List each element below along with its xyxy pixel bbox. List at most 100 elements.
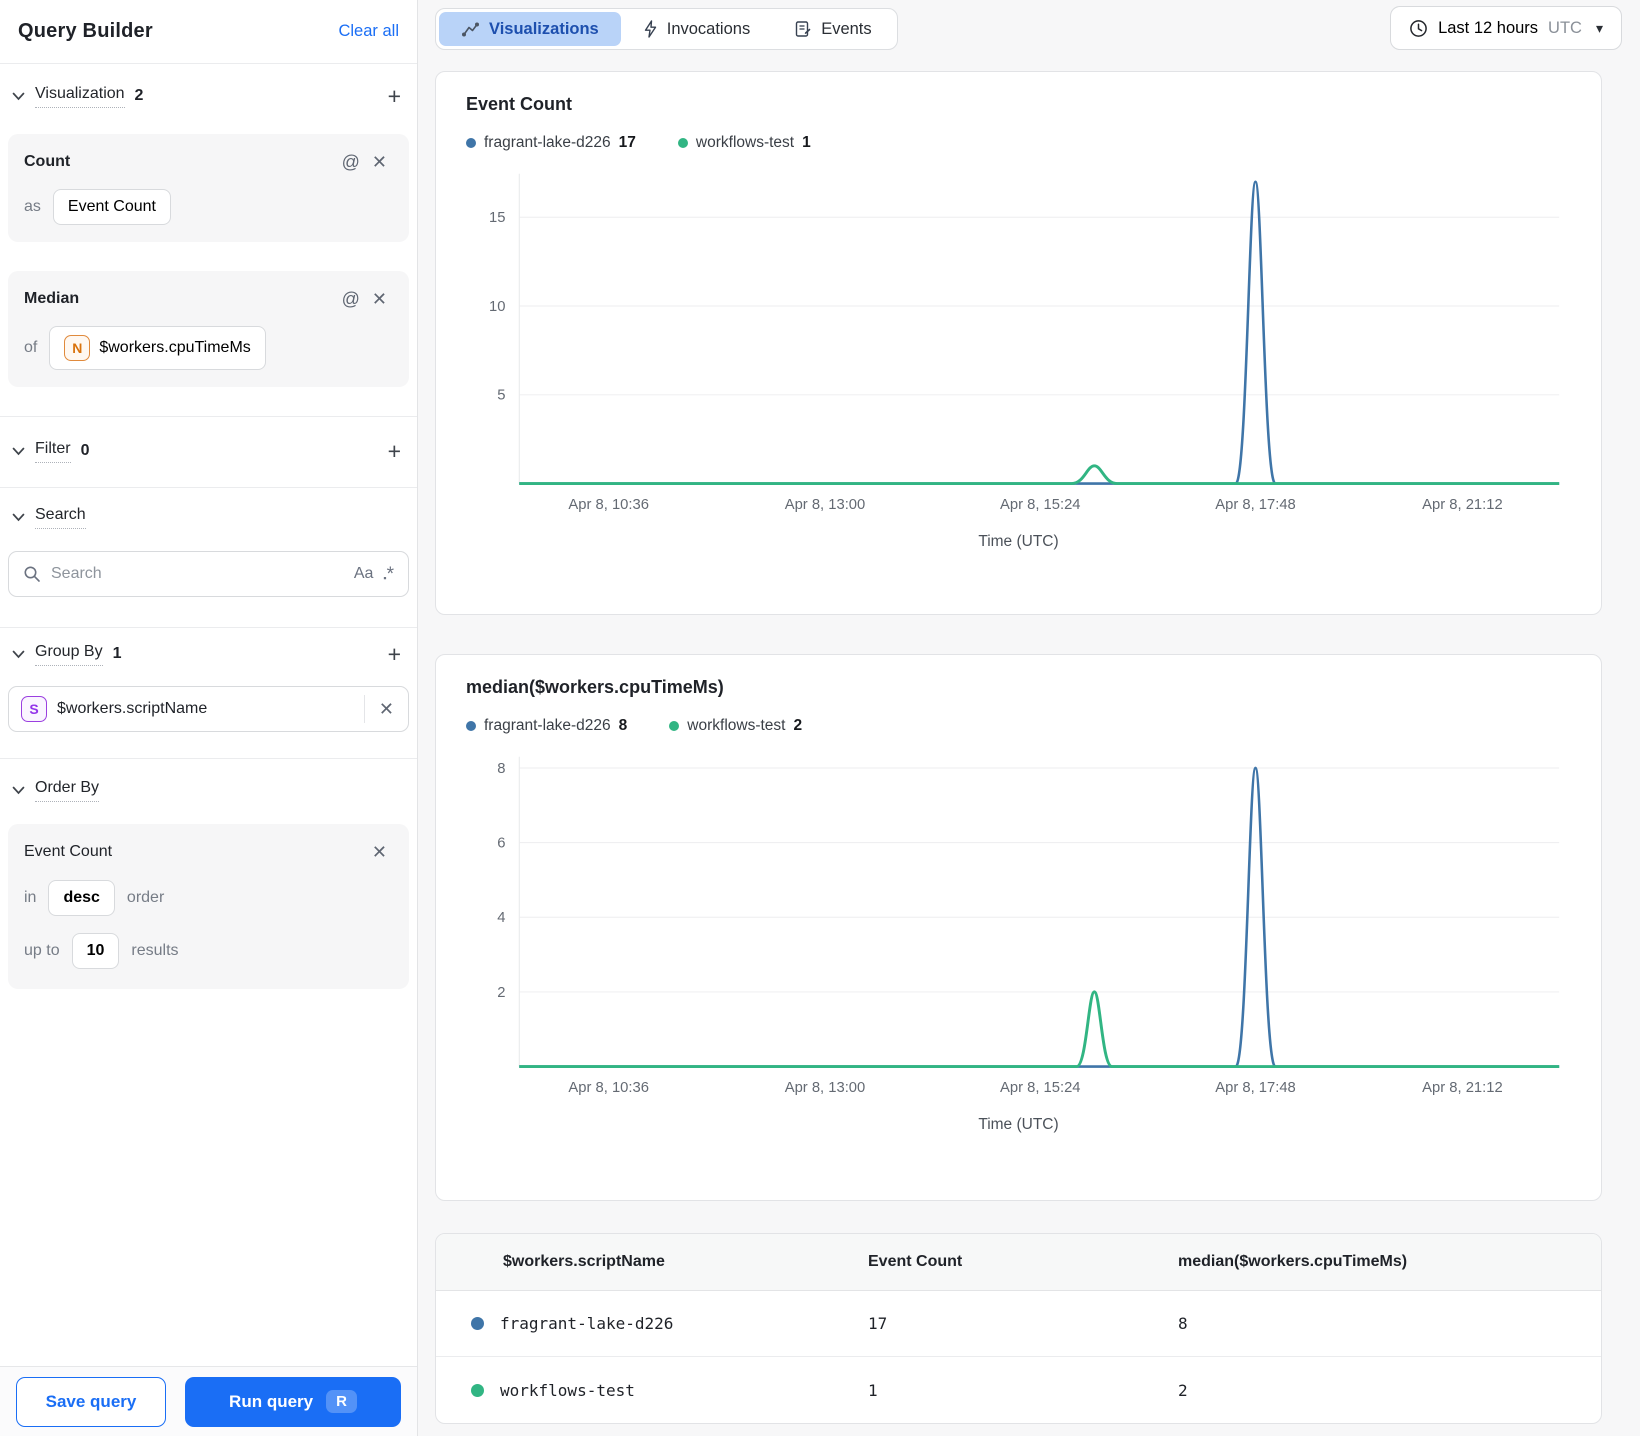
time-range-selector[interactable]: Last 12 hours UTC ▾ [1390, 6, 1622, 50]
add-group-by-button[interactable]: + [384, 642, 405, 666]
chevron-down-icon[interactable] [12, 513, 25, 522]
sidebar-footer: Save query Run query R [0, 1366, 417, 1436]
svg-text:4: 4 [497, 910, 505, 926]
workers-observability-page: Query Builder Clear all Visualization 2 … [0, 0, 1640, 1436]
svg-text:10: 10 [489, 299, 505, 315]
match-case-icon[interactable]: Aa [354, 565, 374, 583]
events-document-icon [796, 21, 811, 37]
group-by-section-label: Group By [35, 643, 103, 666]
search-input[interactable] [51, 565, 344, 583]
median-cputime-line-chart[interactable]: 2 4 6 8 Apr 8, 10:36 Apr 8, 13:00 Apr 8, 15:24… [466, 741, 1571, 1114]
chart-title: median($workers.cpuTimeMs) [466, 677, 724, 697]
filter-count: 0 [80, 442, 90, 459]
group-by-item[interactable]: S $workers.scriptName ✕ [8, 686, 409, 732]
mention-icon[interactable]: @ [336, 151, 366, 173]
series-dot [471, 1383, 484, 1397]
legend-item[interactable]: workflows-test 2 [669, 717, 802, 735]
view-tabs: Visualizations Invocations Events [435, 8, 898, 50]
column-header: Event Count [868, 1253, 963, 1270]
chart-legend: fragrant-lake-d226 17 workflows-test 1 [466, 134, 1571, 152]
event-count-value: 17 [868, 1314, 888, 1333]
order-by-section-label: Order By [35, 779, 100, 802]
chevron-down-icon[interactable] [12, 650, 25, 659]
up-to-label: up to [24, 942, 60, 959]
series-dot [466, 721, 476, 731]
visualization-section-label: Visualization [35, 85, 125, 108]
svg-text:6: 6 [497, 836, 505, 852]
table-row[interactable]: workflows-test 1 2 [436, 1357, 1601, 1423]
order-by-card: Event Count ✕ in desc order up to 10 res… [8, 824, 409, 989]
legend-item[interactable]: workflows-test 1 [677, 134, 811, 152]
svg-text:Apr 8, 17:48: Apr 8, 17:48 [1215, 1080, 1296, 1096]
search-icon [24, 566, 40, 582]
table-row[interactable]: fragrant-lake-d226 17 8 [436, 1291, 1601, 1357]
legend-item[interactable]: fragrant-lake-d226 8 [466, 717, 627, 735]
event-count-alias-chip[interactable]: Event Count [52, 189, 171, 225]
sort-direction-chip[interactable]: desc [48, 880, 115, 916]
tab-events[interactable]: Events [772, 12, 893, 46]
svg-text:15: 15 [489, 210, 505, 226]
in-label: in [24, 889, 37, 906]
column-header: $workers.scriptName [503, 1253, 665, 1270]
as-label: as [24, 198, 41, 215]
svg-text:Apr 8, 15:24: Apr 8, 15:24 [1000, 497, 1081, 513]
svg-text:2: 2 [497, 985, 505, 1001]
table-header-row: $workers.scriptName Event Count median($… [436, 1234, 1601, 1291]
order-label: order [126, 889, 165, 906]
regex-icon[interactable]: ▪ * [383, 565, 394, 584]
group-by-count: 1 [112, 645, 122, 662]
add-visualization-button[interactable]: + [384, 84, 405, 108]
close-icon[interactable]: ✕ [366, 841, 393, 863]
time-zone-label: UTC [1548, 18, 1582, 37]
x-axis-title: Time (UTC) [978, 1115, 1059, 1133]
caret-down-icon: ▾ [1595, 19, 1603, 36]
tab-visualizations[interactable]: Visualizations [439, 12, 621, 46]
time-range-label: Last 12 hours [1438, 18, 1539, 37]
tab-invocations[interactable]: Invocations [621, 12, 772, 46]
close-icon[interactable]: ✕ [366, 151, 393, 173]
svg-text:5: 5 [497, 388, 505, 404]
close-icon[interactable]: ✕ [366, 288, 393, 310]
chevron-down-icon[interactable] [12, 447, 25, 456]
svg-text:Apr 8, 21:12: Apr 8, 21:12 [1422, 497, 1503, 513]
order-by-section-header: Order By [8, 774, 409, 806]
limit-chip[interactable]: 10 [71, 933, 120, 969]
topbar: Visualizations Invocations Events Last 1… [435, 6, 1622, 50]
legend-item[interactable]: fragrant-lake-d226 17 [466, 134, 636, 152]
add-filter-button[interactable]: + [384, 439, 405, 463]
svg-text:8: 8 [497, 761, 505, 777]
event-count-line-chart[interactable]: 5 10 15 Apr 8, 10:36 Apr 8, 13:00 Apr 8, 15:2… [466, 158, 1571, 531]
cputimems-field-chip[interactable]: N $workers.cpuTimeMs [49, 326, 266, 370]
string-type-icon: S [21, 696, 47, 722]
remove-group-by-icon[interactable]: ✕ [365, 698, 408, 720]
save-query-button[interactable]: Save query [16, 1376, 166, 1427]
median-aggregation-card: Median @ ✕ of N $workers.cpuTimeMs [8, 271, 409, 387]
main-content: Visualizations Invocations Events Last 1… [418, 0, 1640, 1436]
event-count-value: 1 [868, 1380, 878, 1400]
run-query-button[interactable]: Run query R [185, 1376, 401, 1427]
svg-text:Apr 8, 17:48: Apr 8, 17:48 [1215, 497, 1296, 513]
script-name: fragrant-lake-d226 [500, 1314, 674, 1333]
search-section-header: Search [8, 504, 409, 530]
lightning-bolt-icon [644, 20, 656, 38]
chevron-down-icon[interactable] [12, 786, 25, 795]
run-shortcut-badge: R [326, 1390, 357, 1413]
search-section-label: Search [35, 506, 86, 529]
median-value: 8 [1178, 1314, 1188, 1333]
series-dot [677, 138, 688, 148]
chevron-down-icon[interactable] [12, 92, 25, 101]
series-dot [466, 138, 476, 148]
series-dot [669, 721, 680, 731]
number-type-icon: N [64, 335, 91, 361]
svg-text:Apr 8, 15:24: Apr 8, 15:24 [1000, 1080, 1081, 1096]
filter-section-label: Filter [35, 440, 71, 463]
results-label: results [131, 942, 179, 959]
median-value: 2 [1178, 1380, 1188, 1400]
query-builder-sidebar: Query Builder Clear all Visualization 2 … [0, 0, 418, 1436]
clear-all-button[interactable]: Clear all [338, 22, 399, 41]
mention-icon[interactable]: @ [336, 288, 366, 310]
count-aggregation-card: Count @ ✕ as Event Count [8, 134, 409, 242]
svg-text:Apr 8, 10:36: Apr 8, 10:36 [568, 497, 649, 513]
clock-icon [1410, 19, 1427, 37]
column-header: median($workers.cpuTimeMs) [1178, 1253, 1408, 1270]
